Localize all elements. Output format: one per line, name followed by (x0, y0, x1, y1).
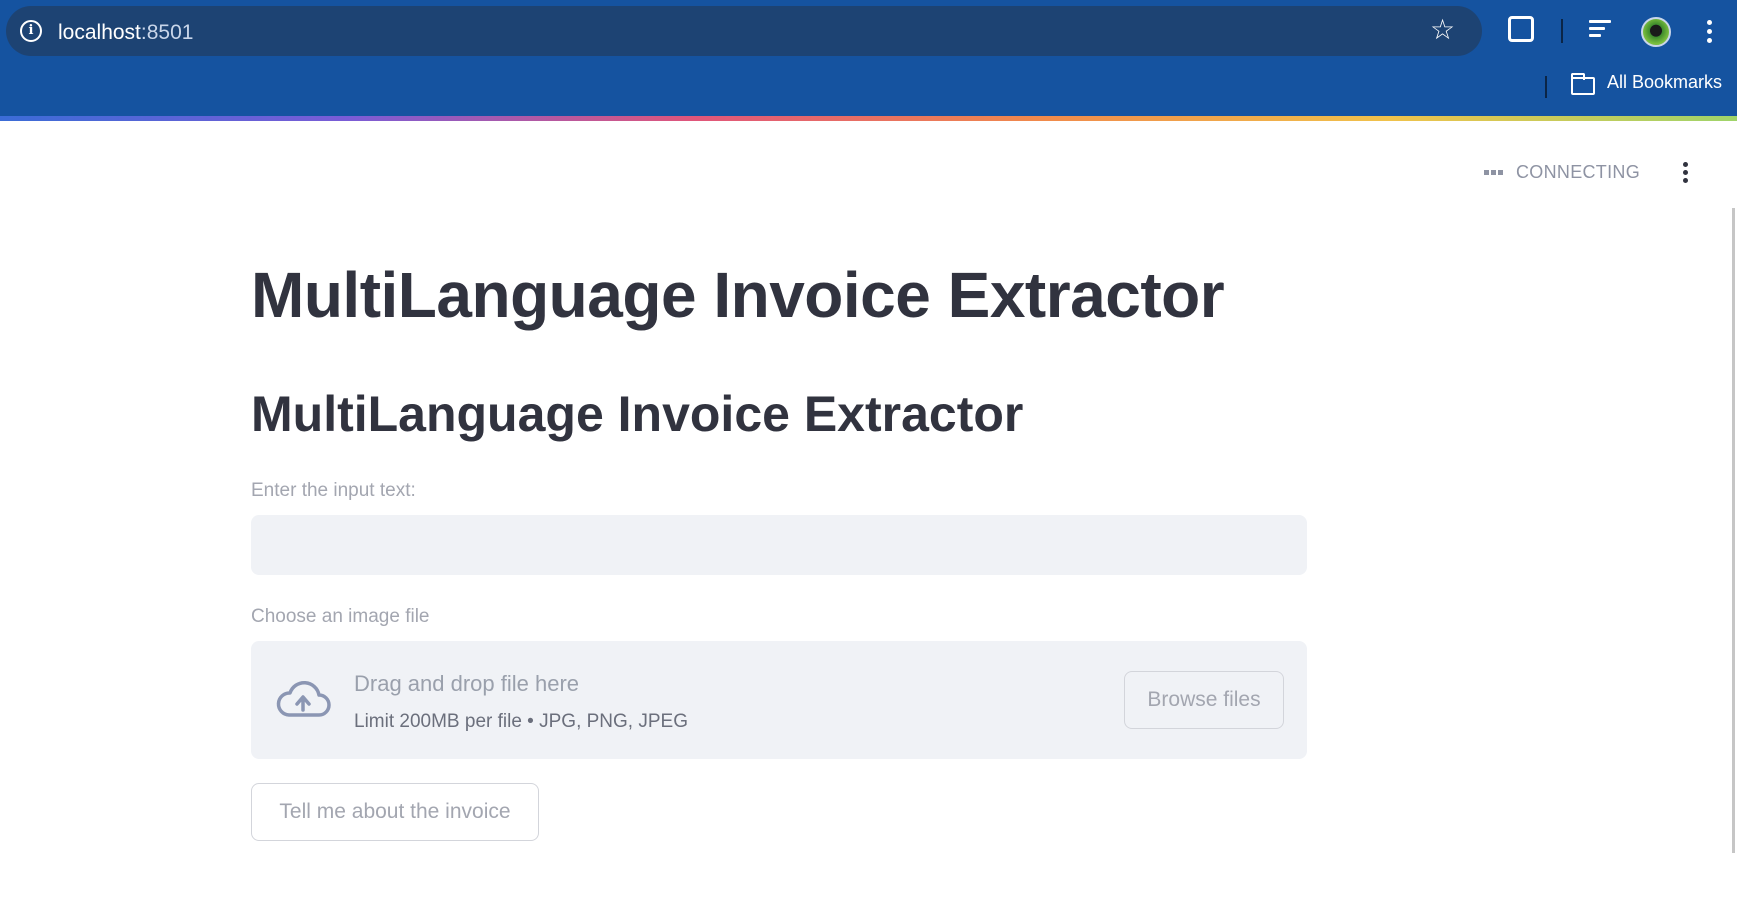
info-icon[interactable]: i (20, 20, 42, 42)
browser-toolbar: i localhost:8501 ☆ All Bookmarks (0, 0, 1737, 121)
cloud-upload-icon (276, 680, 331, 717)
folder-icon (1571, 73, 1595, 95)
file-dropzone[interactable]: Drag and drop file here Limit 200MB per … (251, 641, 1307, 759)
url-host: localhost (58, 21, 141, 44)
url-port: :8501 (140, 21, 194, 44)
star-icon[interactable]: ☆ (1430, 15, 1455, 45)
all-bookmarks-link[interactable]: All Bookmarks (1607, 72, 1722, 93)
browse-files-button[interactable]: Browse files (1124, 671, 1284, 729)
address-url[interactable]: localhost:8501 (58, 21, 193, 45)
toolbar-divider (1561, 19, 1563, 43)
page-scrollbar[interactable] (1732, 208, 1735, 853)
file-uploader-label: Choose an image file (251, 606, 430, 627)
input-text-field[interactable] (251, 515, 1307, 575)
bookmarks-divider (1545, 76, 1547, 98)
browser-menu-icon[interactable] (1707, 20, 1713, 44)
page-subheader: MultiLanguage Invoice Extractor (251, 386, 1024, 442)
main-menu-icon[interactable] (1683, 162, 1689, 184)
dropzone-limit-text: Limit 200MB per file • JPG, PNG, JPEG (354, 711, 688, 732)
text-input-label: Enter the input text: (251, 480, 416, 501)
profile-avatar[interactable] (1641, 17, 1671, 47)
dropzone-instructions: Drag and drop file here (354, 671, 580, 696)
submit-invoice-button[interactable]: Tell me about the invoice (251, 783, 539, 841)
connection-status: CONNECTING (1516, 162, 1640, 182)
running-status-icon (1484, 170, 1506, 176)
media-queue-icon[interactable] (1589, 18, 1615, 40)
streamlit-decoration-bar (0, 116, 1737, 121)
extensions-icon[interactable] (1508, 16, 1534, 42)
address-bar[interactable]: i localhost:8501 ☆ (6, 6, 1482, 56)
page-title: MultiLanguage Invoice Extractor (251, 259, 1225, 331)
